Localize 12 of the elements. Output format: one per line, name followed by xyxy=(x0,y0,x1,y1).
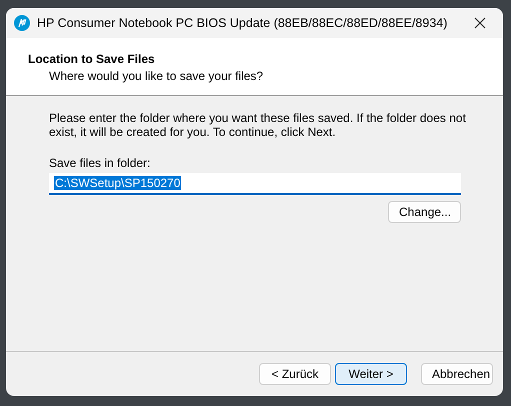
change-button[interactable]: Change... xyxy=(388,201,461,223)
page-subtitle: Where would you like to save your files? xyxy=(49,69,264,83)
app-logo-icon xyxy=(14,15,30,31)
page-title: Location to Save Files xyxy=(28,52,156,66)
close-icon xyxy=(474,17,486,29)
dialog-button[interactable]: Abbrechen xyxy=(421,363,493,385)
folder-field[interactable]: C:\SWSetup\SP150270 xyxy=(49,173,461,195)
field-label: Save files in folder: xyxy=(49,156,150,170)
window-title: HP Consumer Notebook PC BIOS Update (88EB/88EC/88ED/88EE/8934) xyxy=(37,16,448,30)
dialog-button[interactable]: Weiter > xyxy=(335,363,407,385)
dialog-button[interactable]: < Zurück xyxy=(259,363,331,385)
instructions-text: Please enter the folder where you want these files saved. If the folder does not exist, it will be created for you. To continue, click Next. xyxy=(49,111,467,139)
